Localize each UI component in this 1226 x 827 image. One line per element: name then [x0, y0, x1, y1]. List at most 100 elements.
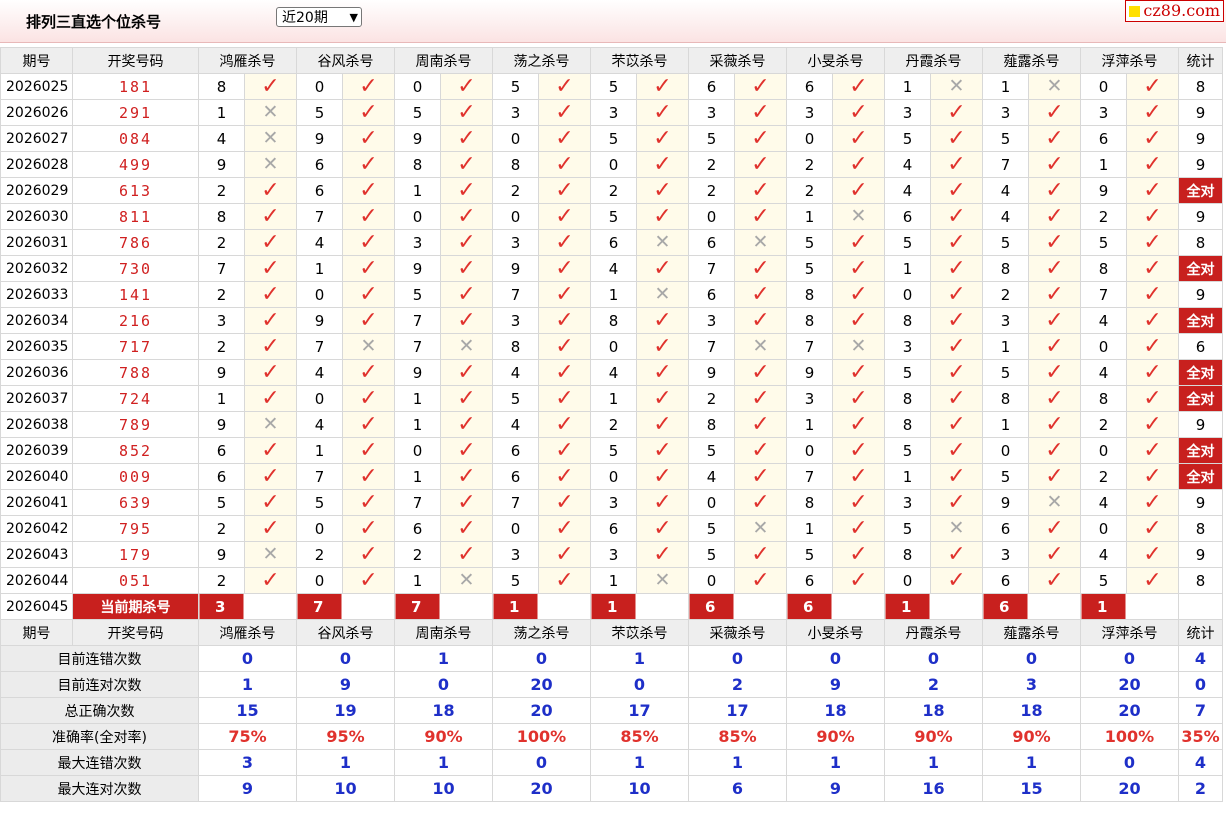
result-mark: ✓ — [440, 307, 493, 334]
result-mark: ✓ — [1126, 411, 1179, 438]
kill-number: 5 — [884, 359, 931, 386]
result-mark: ✓ — [440, 359, 493, 386]
check-icon: ✓ — [555, 229, 574, 255]
check-icon: ✓ — [261, 359, 280, 385]
result-mark: ✓ — [1126, 229, 1179, 256]
check-icon: ✓ — [849, 73, 868, 99]
kill-number: 2 — [492, 177, 539, 204]
check-icon: ✓ — [849, 541, 868, 567]
check-icon: ✓ — [751, 385, 770, 411]
result-mark: ✓ — [440, 73, 493, 100]
kill-number: 3 — [884, 489, 931, 516]
result-mark: ✓ — [636, 307, 689, 334]
column-header: 期号 — [0, 47, 73, 74]
check-icon: ✓ — [261, 203, 280, 229]
kill-number: 5 — [296, 99, 343, 126]
kill-number: 1 — [394, 463, 441, 490]
current-kill-number: 1 — [492, 593, 591, 620]
result-mark: ✓ — [342, 229, 395, 256]
period-select[interactable]: 近20期 ▼ — [276, 7, 362, 27]
check-icon: ✓ — [1045, 203, 1064, 229]
check-icon: ✓ — [653, 541, 672, 567]
column-header: 周南杀号 — [394, 47, 493, 74]
check-icon: ✓ — [555, 333, 574, 359]
result-mark: ✓ — [930, 281, 983, 308]
result-mark: ✓ — [1028, 515, 1081, 542]
check-icon: ✓ — [359, 567, 378, 593]
column-header: 小旻杀号 — [786, 619, 885, 646]
result-mark: ✓ — [244, 359, 297, 386]
stats-value: 18 — [884, 697, 983, 724]
result-mark: ✓ — [1126, 333, 1179, 360]
kill-number: 2 — [296, 541, 343, 568]
check-icon: ✓ — [849, 125, 868, 151]
result-mark: ✓ — [1028, 99, 1081, 126]
check-icon: ✓ — [457, 281, 476, 307]
kill-number: 1 — [884, 463, 931, 490]
kill-number: 4 — [1080, 541, 1127, 568]
check-icon: ✓ — [359, 203, 378, 229]
result-mark: ✕ — [636, 281, 689, 308]
stats-value: 4 — [1178, 645, 1223, 672]
check-icon: ✓ — [653, 203, 672, 229]
cross-icon: ✕ — [360, 335, 377, 357]
check-icon: ✓ — [457, 255, 476, 281]
result-mark: ✓ — [342, 151, 395, 178]
check-icon: ✓ — [261, 73, 280, 99]
result-mark: ✕ — [244, 411, 297, 438]
check-icon: ✓ — [653, 437, 672, 463]
check-icon: ✓ — [849, 229, 868, 255]
result-mark: ✓ — [440, 177, 493, 204]
result-mark: ✓ — [1028, 229, 1081, 256]
column-header: 统计 — [1178, 619, 1223, 646]
current-kill-number: 6 — [786, 593, 885, 620]
result-mark: ✓ — [538, 99, 591, 126]
check-icon: ✓ — [1143, 177, 1162, 203]
result-mark: ✓ — [930, 125, 983, 152]
stats-value: 6 — [688, 775, 787, 802]
stats-row: 最大连对次数 9 10 10 20 10 6 9 16 15 20 2 — [0, 775, 1223, 802]
stats-value: 0 — [1080, 749, 1179, 776]
check-icon: ✓ — [849, 567, 868, 593]
check-icon: ✓ — [1143, 255, 1162, 281]
stats-label: 总正确次数 — [0, 697, 199, 724]
check-icon: ✓ — [359, 125, 378, 151]
kill-number: 2 — [198, 281, 245, 308]
check-icon: ✓ — [849, 437, 868, 463]
check-icon: ✓ — [359, 255, 378, 281]
issue-number: 2026033 — [0, 281, 73, 308]
kill-number: 5 — [884, 437, 931, 464]
cross-icon: ✕ — [654, 569, 671, 591]
site-logo[interactable]: cz89.com — [1125, 0, 1224, 22]
kill-number: 0 — [786, 437, 833, 464]
check-icon: ✓ — [1045, 229, 1064, 255]
issue-number: 2026041 — [0, 489, 73, 516]
kill-number: 9 — [492, 255, 539, 282]
result-mark: ✓ — [734, 307, 787, 334]
result-mark: ✓ — [734, 567, 787, 594]
stats-value: 19 — [296, 697, 395, 724]
result-mark: ✓ — [1126, 99, 1179, 126]
result-mark: ✓ — [342, 567, 395, 594]
check-icon: ✓ — [359, 359, 378, 385]
kill-number: 5 — [394, 281, 441, 308]
check-icon: ✓ — [261, 177, 280, 203]
kill-number: 3 — [492, 541, 539, 568]
result-mark: ✓ — [1028, 437, 1081, 464]
result-mark: ✓ — [930, 151, 983, 178]
check-icon: ✓ — [555, 73, 574, 99]
kill-number: 2 — [982, 281, 1029, 308]
check-icon: ✓ — [359, 411, 378, 437]
result-mark: ✓ — [832, 229, 885, 256]
stats-value: 9 — [786, 671, 885, 698]
result-mark: ✓ — [440, 437, 493, 464]
check-icon: ✓ — [457, 151, 476, 177]
result-mark: ✓ — [440, 229, 493, 256]
result-mark: ✓ — [538, 385, 591, 412]
result-mark: ✓ — [1126, 463, 1179, 490]
kill-number: 8 — [688, 411, 735, 438]
issue-number: 2026025 — [0, 73, 73, 100]
check-icon: ✓ — [261, 281, 280, 307]
column-header: 丹霞杀号 — [884, 47, 983, 74]
kill-number: 3 — [688, 99, 735, 126]
